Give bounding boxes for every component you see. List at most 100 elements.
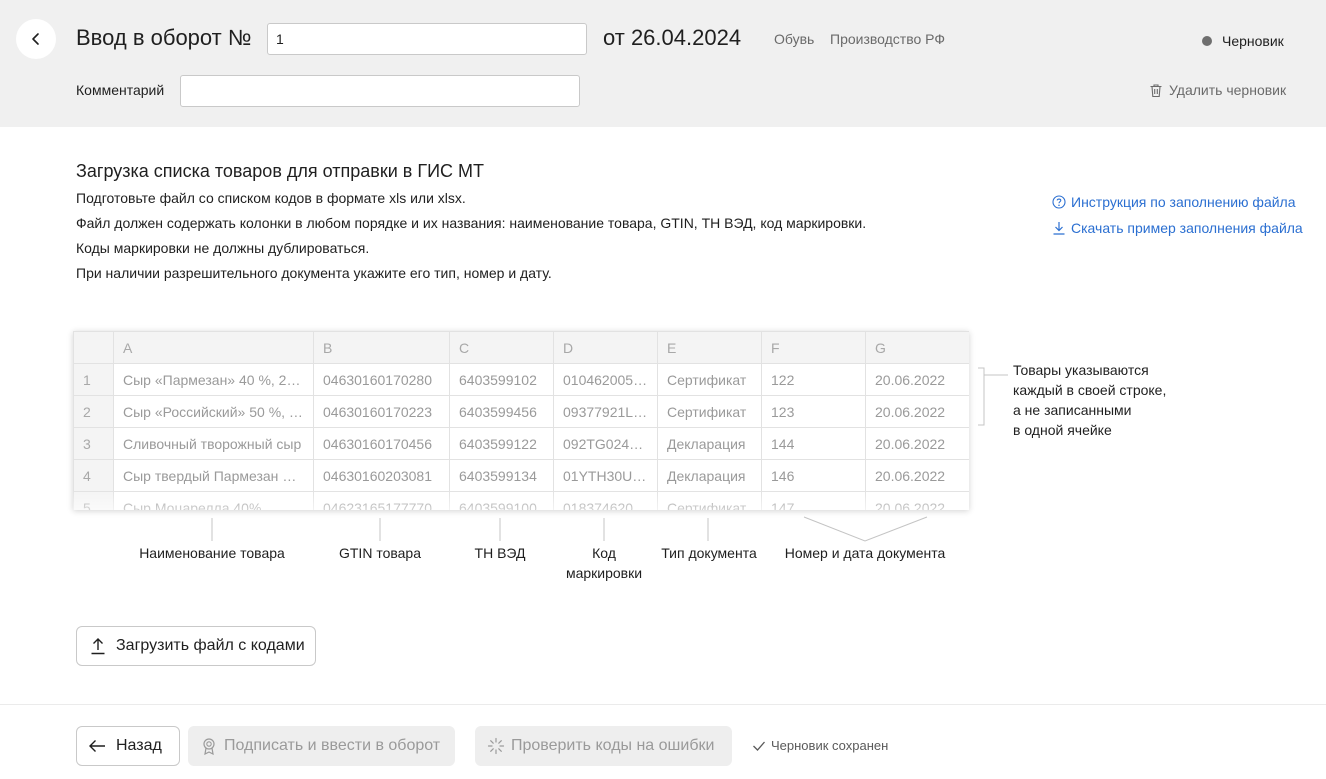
sheet-cell: 20.06.2022 [865,363,969,396]
back-button[interactable]: Назад [76,726,180,766]
sheet-cell: Декларация [657,427,762,460]
status-badge: Черновик [1202,33,1284,49]
column-label-doc-number-date: Номер и дата документа [784,545,946,561]
sheet-row: 4 Сыр твердый Пармезан 40 % 046301602030… [73,459,969,492]
sheet-cell: 04630160170280 [313,363,450,396]
column-label-gtin: GTIN товара [338,545,421,561]
check-icon [753,741,765,751]
column-label-tnved: ТН ВЭД [474,545,526,561]
rows-note-line: Товары указываются [1013,362,1149,378]
sheet-cell: 20.06.2022 [865,395,969,428]
sheet-cell: 123 [761,395,866,428]
sheet-row: 2 Сыр «Российский» 50 %, 200 г 046301601… [73,395,969,428]
sheet-row: 3 Сливочный творожный сыр 04630160170456… [73,427,969,460]
sheet-cell: 092TG024s0000 [553,427,658,460]
sheet-row: 1 Сыр «Пармезан» 40 %, 200 г 04630160170… [73,363,969,396]
sheet-cell: 144 [761,427,866,460]
seal-icon [203,738,215,755]
document-title: Ввод в оборот № [76,25,252,50]
status-label: Черновик [1222,33,1284,49]
delete-draft-label: Удалить черновик [1169,82,1287,98]
instruction-link[interactable]: Инструкция по заполнению файла [1052,194,1296,210]
document-header: Ввод в оборот № от 26.04.2024 Обувь Прои… [0,0,1326,127]
footer-divider [0,704,1326,705]
sheet-cell: 04630160170456 [313,427,450,460]
sheet-cell: 146 [761,459,866,492]
comment-label: Комментарий [76,82,165,98]
column-label-code: Код маркировки [554,543,654,583]
download-example-label: Скачать пример заполнения файла [1071,220,1303,236]
sheet-cell: 20.06.2022 [865,491,969,510]
column-label-code-line: Код [592,545,616,561]
rows-note-line: каждый в своей строке, [1013,382,1167,398]
sheet-column-header: D [553,331,658,364]
instruction-line: Файл должен содержать колонки в любом по… [76,215,867,231]
upload-file-button[interactable]: Загрузить файл с кодами [76,626,316,666]
download-example-link[interactable]: Скачать пример заполнения файла [1052,220,1303,236]
sheet-cell: 09377921L5000 [553,395,658,428]
arrow-left-icon [89,740,105,752]
sign-and-release-button[interactable]: Подписать и ввести в оборот [188,726,455,766]
column-label-code-line: маркировки [565,565,643,581]
document-number-input[interactable] [267,23,587,55]
sheet-cell: 6403599102 [449,363,554,396]
sheet-cell: Сыр «Пармезан» 40 %, 200 г [113,363,314,396]
trash-icon [1150,83,1162,97]
sheet-cell: 6403599100 [449,491,554,510]
sheet-cell: Сыр «Российский» 50 %, 200 г [113,395,314,428]
document-date: от 26.04.2024 [603,25,742,50]
upload-icon [91,638,105,655]
rows-note-line: а не записанными [1013,402,1132,418]
upload-file-label: Загрузить файл с кодами [116,637,305,654]
instruction-line: При наличии разрешительного документа ук… [76,265,552,281]
download-icon [1053,222,1065,235]
row-number: 3 [73,427,114,460]
comment-input[interactable] [180,75,580,107]
draft-saved-status: Черновик сохранен [752,738,888,753]
row-number: 4 [73,459,114,492]
spreadsheet-preview: A B C D E F G 1 Сыр «Пармезан» 40 %, 200… [73,331,969,510]
sheet-corner-cell [73,331,114,364]
column-label-doc-type: Тип документа [661,545,757,561]
sheet-cell: 6403599456 [449,395,554,428]
sheet-cell: Сыр Моцарелла 40% [113,491,314,510]
back-button-label: Назад [116,737,162,754]
sheet-cell: Сертификат [657,395,762,428]
sheet-column-header: A [113,331,314,364]
sheet-column-header: B [313,331,450,364]
check-codes-button[interactable]: Проверить коды на ошибки [475,726,732,766]
sign-and-release-label: Подписать и ввести в оборот [224,737,441,754]
row-number: 2 [73,395,114,428]
sheet-cell: Декларация [657,459,762,492]
check-codes-label: Проверить коды на ошибки [511,737,715,754]
sheet-cell: 6403599134 [449,459,554,492]
sheet-cell: 0183746204000 [553,491,658,510]
sheet-header-row: A B C D E F G [73,331,969,364]
rows-note-line: в одной ячейке [1013,422,1112,438]
production-tag: Производство РФ [830,31,945,47]
question-circle-icon [1052,195,1066,209]
sheet-cell: 20.06.2022 [865,459,969,492]
sheet-cell: 04630160170223 [313,395,450,428]
sheet-cell: 6403599122 [449,427,554,460]
delete-draft-button[interactable]: Удалить черновик [1149,82,1286,98]
sheet-cell: 122 [761,363,866,396]
instruction-line: Подготовьте файл со списком кодов в форм… [76,190,466,206]
upload-section-title: Загрузка списка товаров для отправки в Г… [76,161,484,181]
instruction-line: Коды маркировки не должны дублироваться. [76,240,370,256]
sheet-cell: 0104620050000 [553,363,658,396]
sheet-column-header: E [657,331,762,364]
sheet-column-header: F [761,331,866,364]
row-number: 1 [73,363,114,396]
sheet-cell: 20.06.2022 [865,427,969,460]
category-tag: Обувь [774,31,815,47]
back-chevron-icon [32,33,39,45]
header-back-button[interactable] [16,19,56,59]
sheet-cell: 04630160203081 [313,459,450,492]
sheet-cell: 147 [761,491,866,510]
status-dot-icon [1202,36,1212,46]
column-label-name: Наименование товара [139,545,285,561]
sheet-cell: 01YTH30Ud0000 [553,459,658,492]
sheet-cell: Сыр твердый Пармезан 40 % [113,459,314,492]
sparkle-icon [487,737,505,755]
